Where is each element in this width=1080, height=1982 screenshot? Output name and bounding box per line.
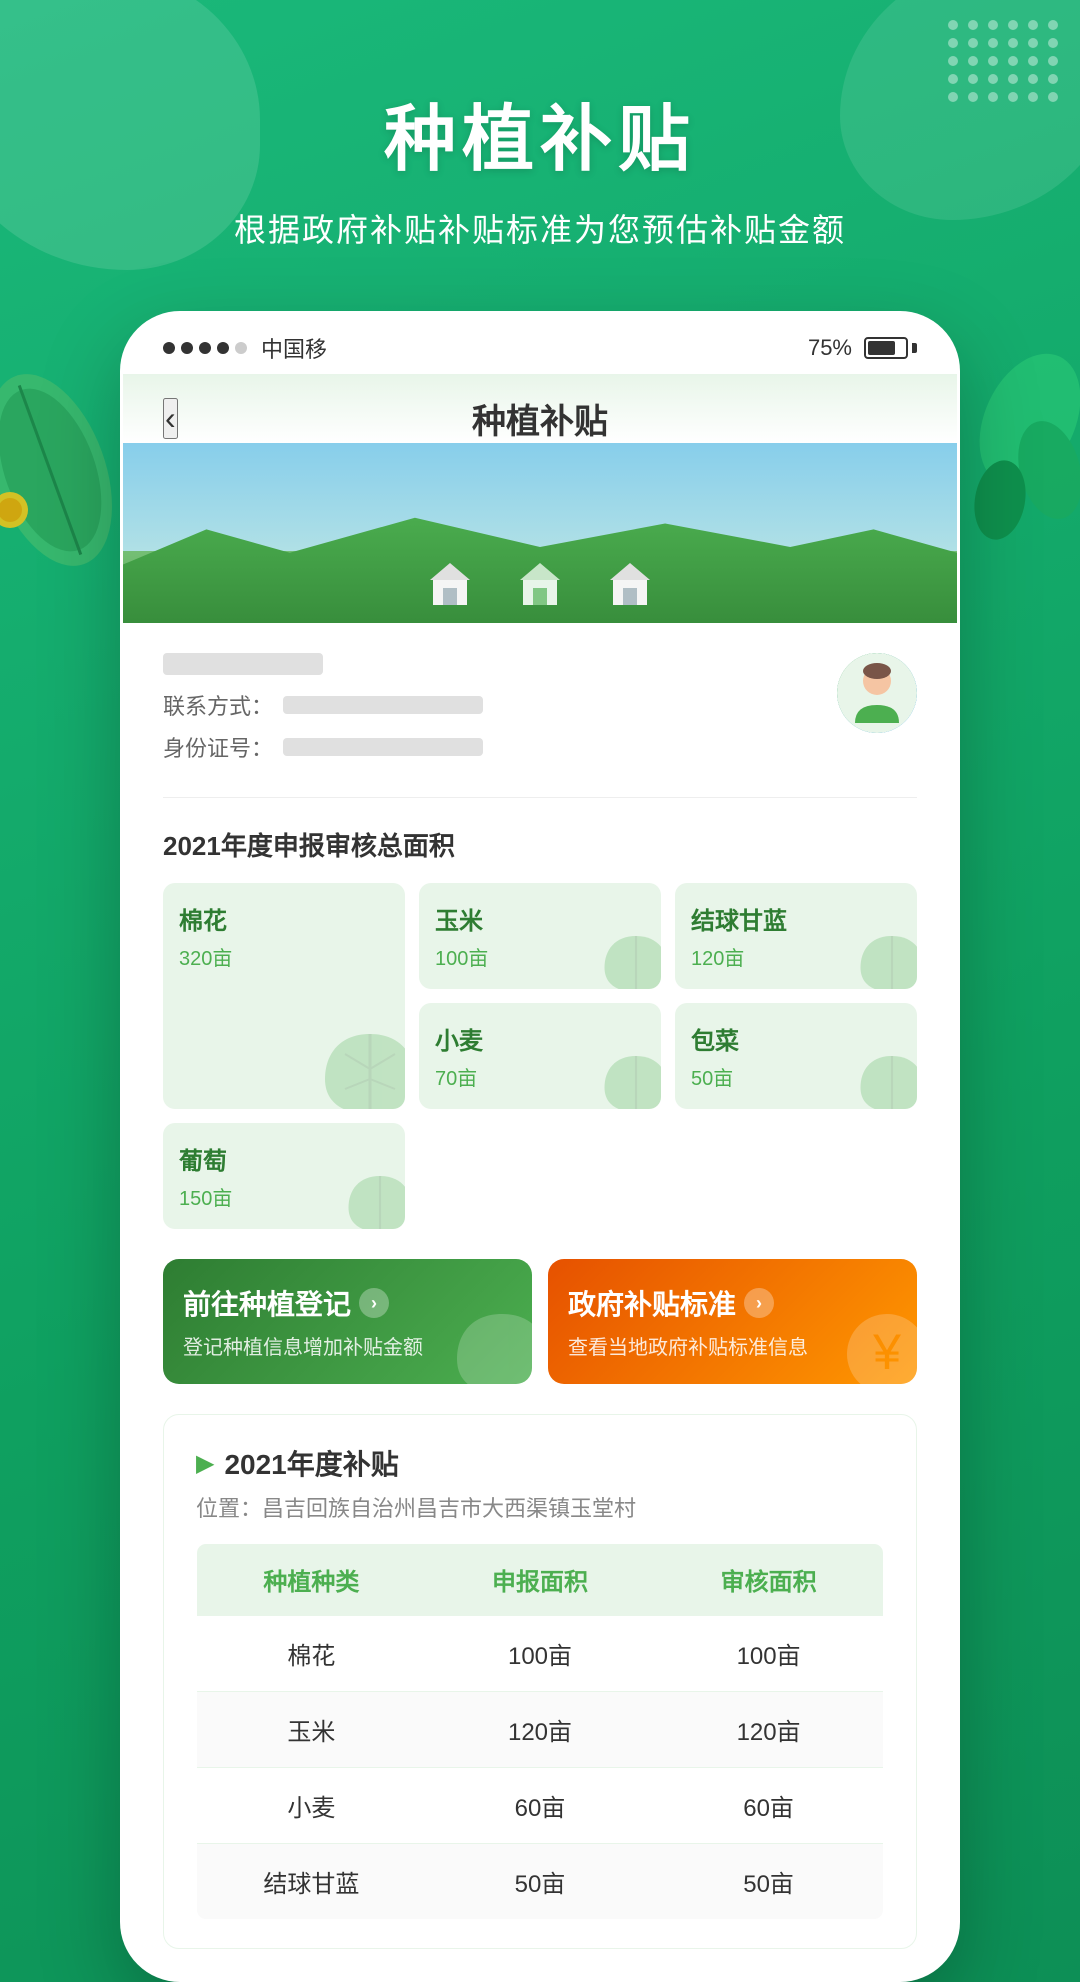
hero-image xyxy=(123,443,957,623)
id-row: 身份证号： xyxy=(163,731,837,763)
carrier-name: 中国移 xyxy=(261,332,327,364)
status-left: 中国移 xyxy=(163,332,327,364)
crop-leaf-icon-wheat xyxy=(601,1049,661,1109)
table-cell-0-1: 100亩 xyxy=(426,1616,654,1692)
app-header: ‹ 种植补贴 xyxy=(123,374,957,443)
subsidy-header: ▶ 2021年度补贴 xyxy=(196,1443,884,1483)
sub-title: 根据政府补贴补贴标准为您预估补贴金额 xyxy=(234,205,846,251)
id-value-blurred xyxy=(283,738,483,756)
crop-card-pakchoi: 包菜 50亩 xyxy=(675,1003,917,1109)
user-avatar xyxy=(837,653,917,733)
table-header-reviewed: 审核面积 xyxy=(654,1544,883,1616)
house-icon-2 xyxy=(515,558,565,608)
table-cell-2-2: 60亩 xyxy=(654,1768,883,1844)
main-card: 联系方式： 身份证号： xyxy=(123,623,957,1979)
battery-percent: 75% xyxy=(808,335,852,361)
subsidy-table: 种植种类 申报面积 审核面积 棉花100亩100亩玉米120亩120亩小麦60亩… xyxy=(196,1543,884,1920)
subsidy-standard-button[interactable]: 政府补贴标准 › 查看当地政府补贴标准信息 ¥ xyxy=(548,1259,917,1384)
page-content: 种植补贴 根据政府补贴补贴标准为您预估补贴金额 中国移 75% xyxy=(0,0,1080,1982)
register-arrow-icon: › xyxy=(359,1288,389,1318)
contact-row: 联系方式： xyxy=(163,689,837,721)
hero-houses xyxy=(425,558,655,608)
subsidy-table-body: 棉花100亩100亩玉米120亩120亩小麦60亩60亩结球甘蓝50亩50亩 xyxy=(197,1616,884,1920)
status-bar: 中国移 75% xyxy=(123,314,957,374)
signal-dot-5 xyxy=(235,342,247,354)
phone-mockup: 中国移 75% ‹ 种植补贴 xyxy=(120,311,960,1982)
table-cell-3-0: 结球甘蓝 xyxy=(197,1844,426,1920)
house-icon-3 xyxy=(605,558,655,608)
table-cell-3-1: 50亩 xyxy=(426,1844,654,1920)
contact-value-blurred xyxy=(283,696,483,714)
register-bg-icon xyxy=(452,1304,532,1384)
user-info-left: 联系方式： 身份证号： xyxy=(163,653,837,773)
table-cell-0-0: 棉花 xyxy=(197,1616,426,1692)
table-cell-2-0: 小麦 xyxy=(197,1768,426,1844)
svg-text:¥: ¥ xyxy=(872,1324,901,1380)
signal-dot-1 xyxy=(163,342,175,354)
table-header-crop: 种植种类 xyxy=(197,1544,426,1616)
signal-dot-2 xyxy=(181,342,193,354)
battery-icon xyxy=(864,337,917,359)
action-buttons: 前往种植登记 › 登记种植信息增加补贴金额 政府补贴标准 › 查看当地政府补贴标… xyxy=(163,1259,917,1384)
crop-grid: 棉花 320亩 玉米 100亩 xyxy=(163,883,917,1229)
crop-leaf-icon-corn xyxy=(601,929,661,989)
table-cell-1-2: 120亩 xyxy=(654,1692,883,1768)
table-cell-1-1: 120亩 xyxy=(426,1692,654,1768)
table-header-row: 种植种类 申报面积 审核面积 xyxy=(197,1544,884,1616)
table-cell-0-2: 100亩 xyxy=(654,1616,883,1692)
user-name-blurred xyxy=(163,653,323,675)
crop-leaf-icon-cabbage xyxy=(857,929,917,989)
subsidy-bg-icon: ¥ xyxy=(837,1304,917,1384)
crop-leaf-icon-cotton xyxy=(320,1024,405,1109)
crop-card-corn: 玉米 100亩 xyxy=(419,883,661,989)
contact-label: 联系方式： xyxy=(163,689,273,721)
subsidy-location: 位置：昌吉回族自治州昌吉市大西渠镇玉堂村 xyxy=(196,1491,884,1523)
table-row: 玉米120亩120亩 xyxy=(197,1692,884,1768)
crop-area-cotton: 320亩 xyxy=(179,942,389,971)
signal-dot-3 xyxy=(199,342,211,354)
avatar-svg xyxy=(837,653,917,733)
table-row: 结球甘蓝50亩50亩 xyxy=(197,1844,884,1920)
crop-name-cotton: 棉花 xyxy=(179,901,389,936)
crop-card-grape: 葡萄 150亩 xyxy=(163,1123,405,1229)
table-cell-3-2: 50亩 xyxy=(654,1844,883,1920)
table-row: 小麦60亩60亩 xyxy=(197,1768,884,1844)
table-row: 棉花100亩100亩 xyxy=(197,1616,884,1692)
house-icon-1 xyxy=(425,558,475,608)
area-summary-title: 2021年度申报审核总面积 xyxy=(163,826,917,863)
subsidy-arrow-decoration: ▶ xyxy=(196,1449,214,1478)
user-info-section: 联系方式： 身份证号： xyxy=(163,653,917,798)
crop-leaf-icon-pakchoi xyxy=(857,1049,917,1109)
go-register-button[interactable]: 前往种植登记 › 登记种植信息增加补贴金额 xyxy=(163,1259,532,1384)
id-label: 身份证号： xyxy=(163,731,273,763)
table-header-reported: 申报面积 xyxy=(426,1544,654,1616)
signal-dot-4 xyxy=(217,342,229,354)
table-cell-1-0: 玉米 xyxy=(197,1692,426,1768)
subsidy-title: 2021年度补贴 xyxy=(224,1443,398,1483)
crop-card-wheat: 小麦 70亩 xyxy=(419,1003,661,1109)
app-header-title: 种植补贴 xyxy=(472,394,608,443)
subsidy-arrow-icon: › xyxy=(744,1288,774,1318)
crop-card-cabbage: 结球甘蓝 120亩 xyxy=(675,883,917,989)
crop-card-cotton: 棉花 320亩 xyxy=(163,883,405,1109)
crop-leaf-icon-grape xyxy=(345,1169,405,1229)
table-cell-2-1: 60亩 xyxy=(426,1768,654,1844)
main-title: 种植补贴 xyxy=(384,80,696,185)
subsidy-section: ▶ 2021年度补贴 位置：昌吉回族自治州昌吉市大西渠镇玉堂村 种植种类 申报面… xyxy=(163,1414,917,1949)
hero-sky xyxy=(123,443,957,551)
status-right: 75% xyxy=(808,335,917,361)
back-button[interactable]: ‹ xyxy=(163,398,178,439)
